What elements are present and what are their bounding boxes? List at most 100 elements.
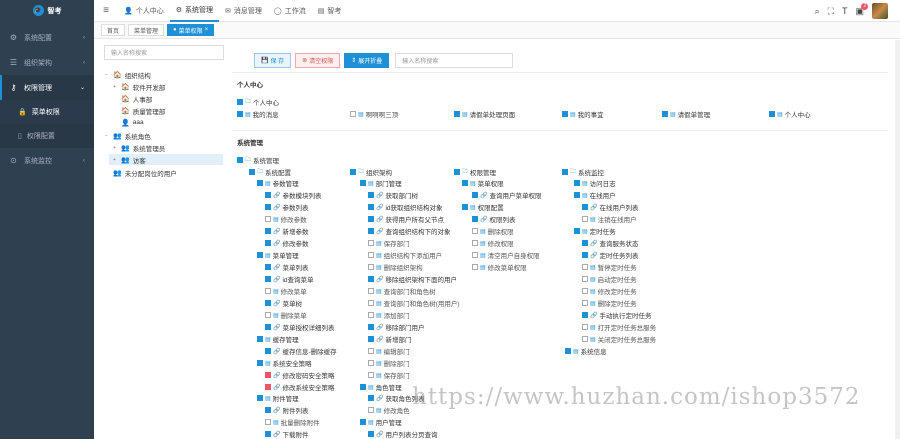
perm-item[interactable]: 🔗 手动执行定时任务 <box>582 310 651 320</box>
checkbox[interactable] <box>472 192 478 198</box>
checkbox[interactable] <box>257 395 263 401</box>
perm-item[interactable]: ▤ 用户管理 <box>360 417 402 427</box>
perm-item[interactable]: 🔗 id查询菜单 <box>265 274 314 284</box>
page-tab-home[interactable]: 首页 <box>101 24 126 36</box>
perm-item[interactable]: 🗀 系统管理 <box>237 155 279 165</box>
perm-item[interactable]: 🔗 获得用户所有父节点 <box>368 214 444 224</box>
checkbox[interactable] <box>368 395 374 401</box>
checkbox[interactable] <box>265 407 271 413</box>
perm-item[interactable]: ▤ 保存部门 <box>368 370 410 380</box>
checkbox[interactable] <box>265 372 271 378</box>
checkbox[interactable] <box>265 384 271 390</box>
perm-item[interactable]: ▤ 修改角色 <box>368 405 410 415</box>
checkbox[interactable] <box>360 419 366 425</box>
scrollbar[interactable] <box>895 40 900 439</box>
perm-item[interactable]: ▤ 修改权限 <box>472 238 514 248</box>
perm-item[interactable]: ▤ 删除权限 <box>472 226 514 236</box>
perm-item[interactable]: ▤ 我的消息 <box>237 109 279 119</box>
tree-node[interactable]: + 🏠 软件开发部 <box>113 81 165 92</box>
checkbox[interactable] <box>472 216 478 222</box>
tab-message[interactable]: ✉ 消息管理 <box>219 0 268 22</box>
perm-item[interactable]: ▤ 我的事宜 <box>562 109 604 119</box>
perm-item[interactable]: ▤ 启动定时任务 <box>582 274 637 284</box>
perm-item[interactable]: 🗀 系统监控 <box>562 167 604 177</box>
notification-icon[interactable]: ▣ 2 <box>855 2 869 17</box>
checkbox[interactable] <box>368 312 374 318</box>
sidebar-subitem-menu-perm[interactable]: 🔒 菜单权限 <box>0 100 94 124</box>
font-size-icon[interactable]: T <box>842 6 848 16</box>
checkbox[interactable] <box>257 180 263 186</box>
expand-collapse-button[interactable]: ⇕ 展开折叠 <box>344 53 390 68</box>
sidebar-item-monitor[interactable]: ⊙ 系统监控 ‹ <box>0 148 94 173</box>
checkbox[interactable] <box>265 276 271 282</box>
perm-item[interactable]: 🔗 菜单树 <box>265 298 302 308</box>
checkbox[interactable] <box>582 240 588 246</box>
tree-node[interactable]: 🏠 人事部 <box>113 93 152 104</box>
perm-item[interactable]: ▤ 查询部门和角色树 <box>368 286 436 296</box>
checkbox[interactable] <box>265 192 271 198</box>
sidebar-subitem-perm-config[interactable]: ▯ 权限配置 <box>0 124 94 148</box>
checkbox[interactable] <box>237 157 243 163</box>
collapse-icon[interactable]: − <box>105 133 110 139</box>
checkbox[interactable] <box>368 372 374 378</box>
checkbox[interactable] <box>565 348 571 354</box>
checkbox[interactable] <box>265 348 271 354</box>
save-button[interactable]: 💾 保 存 <box>254 53 292 68</box>
tab-zhikao[interactable]: ▤ 智考 <box>312 0 348 22</box>
perm-item[interactable]: ▤ 打开定时任务总服务 <box>582 322 656 332</box>
perm-item[interactable]: 🔗 获取部门树 <box>368 190 418 200</box>
perm-item[interactable]: 🔗 菜单授权详细列表 <box>265 322 334 332</box>
tree-node[interactable]: 👤 aaa <box>121 117 144 128</box>
perm-item[interactable]: ▤ 组织结构下添加用户 <box>368 250 442 260</box>
perm-item[interactable]: 🔗 参数模块列表 <box>265 190 321 200</box>
perm-item[interactable]: ▤ 修改定时任务 <box>582 286 637 296</box>
checkbox[interactable] <box>472 228 478 234</box>
perm-item[interactable]: ▤ 个人中心 <box>769 109 811 119</box>
perm-item[interactable]: ▤ 删除部门 <box>368 358 410 368</box>
perm-item[interactable]: 🔗 用户列表分页查询 <box>368 429 437 439</box>
perm-item[interactable]: ▤ 在线用户 <box>574 190 616 200</box>
perm-item[interactable]: ▤ 编辑部门 <box>368 346 410 356</box>
checkbox[interactable] <box>368 348 374 354</box>
perm-search-input[interactable]: 输入名称搜索 <box>395 53 514 68</box>
perm-item[interactable]: 🔗 修改参数 <box>265 238 308 248</box>
checkbox[interactable] <box>360 180 366 186</box>
logo[interactable]: 🎓 智考 <box>0 0 94 21</box>
perm-item[interactable]: 🔗 查询组织结构下的对象 <box>368 226 450 236</box>
checkbox[interactable] <box>265 264 271 270</box>
search-icon[interactable]: ⌕ <box>815 6 820 17</box>
checkbox[interactable] <box>368 407 374 413</box>
page-tab-menu[interactable]: 菜单管理 <box>128 24 165 36</box>
perm-item[interactable]: 🔗 id获取组织结构对象 <box>368 202 443 212</box>
perm-item[interactable]: 🗀 系统配置 <box>249 167 291 177</box>
perm-item[interactable]: ▤ 删除组织架构 <box>368 262 423 272</box>
checkbox[interactable] <box>582 300 588 306</box>
checkbox[interactable] <box>350 169 356 175</box>
perm-item[interactable]: ▤ 系统安全策略 <box>257 358 312 368</box>
perm-item[interactable]: ▤ 参数管理 <box>257 178 299 188</box>
perm-item[interactable]: ▤ 删除菜单 <box>265 310 307 320</box>
checkbox[interactable] <box>368 204 374 210</box>
checkbox[interactable] <box>769 111 775 117</box>
collapse-icon[interactable]: − <box>105 72 110 78</box>
perm-item[interactable]: 🔗 下载附件 <box>265 429 308 439</box>
checkbox[interactable] <box>472 240 478 246</box>
expand-icon[interactable]: + <box>113 157 118 163</box>
perm-item[interactable]: ▤ 修改菜单 <box>265 286 307 296</box>
checkbox[interactable] <box>368 288 374 294</box>
checkbox[interactable] <box>265 324 271 330</box>
avatar[interactable] <box>872 3 888 19</box>
checkbox[interactable] <box>368 228 374 234</box>
checkbox[interactable] <box>574 180 580 186</box>
checkbox[interactable] <box>265 431 271 437</box>
checkbox[interactable] <box>265 204 271 210</box>
perm-item[interactable]: 🔗 新增部门 <box>368 334 411 344</box>
perm-item[interactable]: ▤ 修改菜单权限 <box>472 262 527 272</box>
perm-item[interactable]: 🔗 定时任务列表 <box>582 250 638 260</box>
perm-item[interactable]: ▤ 请假单处理页面 <box>454 109 515 119</box>
checkbox[interactable] <box>265 300 271 306</box>
perm-item[interactable]: 🔗 新增参数 <box>265 226 308 236</box>
perm-item[interactable]: ▤ 定时任务 <box>574 226 616 236</box>
checkbox[interactable] <box>562 111 568 117</box>
perm-item[interactable]: 🔗 缓存信息-删除缓存 <box>265 346 337 356</box>
